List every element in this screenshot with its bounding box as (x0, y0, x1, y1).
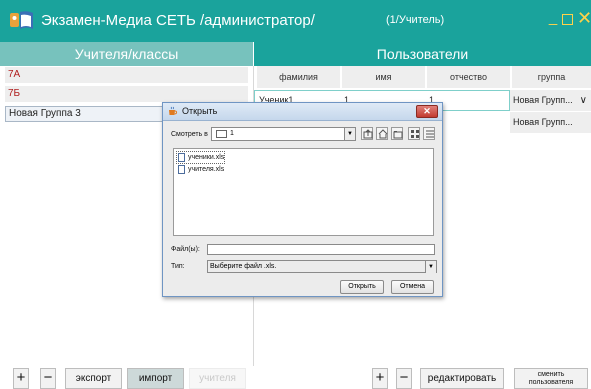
users-header: Пользователи (254, 42, 591, 66)
file-icon (178, 165, 185, 174)
filename-label: Файл(ы): (171, 246, 200, 253)
column-firstname[interactable]: имя (342, 66, 425, 88)
home-icon[interactable] (376, 127, 388, 140)
list-view-icon[interactable] (408, 127, 420, 140)
column-middlename[interactable]: отчество (427, 66, 510, 88)
edit-user-button[interactable]: редактировать (420, 368, 504, 389)
filename-input[interactable] (207, 244, 435, 255)
column-group[interactable]: группа (512, 66, 591, 88)
details-view-icon[interactable] (423, 127, 435, 140)
file-type-label: Тип: (171, 263, 185, 270)
teachers-classes-header: Учителя/классы (0, 42, 253, 66)
new-folder-icon[interactable] (391, 127, 403, 140)
file-name: ученики.xls (188, 154, 225, 161)
group-select-value: Новая Групп... (513, 117, 573, 127)
import-button[interactable]: импорт (127, 368, 184, 389)
file-name: учителя.xls (188, 166, 225, 173)
look-in-select[interactable]: 1 ▼ (211, 127, 356, 141)
open-file-dialog: Открыть ✕ Смотреть в 1 ▼ ученики.xls учи… (162, 102, 443, 297)
file-list[interactable]: ученики.xls учителя.xls (173, 148, 434, 236)
current-user-label: (1/Учитель) (386, 14, 445, 26)
group-select[interactable]: Новая Групп... ∨ (510, 90, 591, 111)
change-user-button[interactable]: сменить пользователя (514, 368, 588, 389)
file-item[interactable]: ученики.xls (175, 151, 226, 164)
java-cup-icon (169, 106, 178, 115)
title-bar: Экзамен-Медиа СЕТЬ /администратор/ (1/Уч… (0, 0, 591, 42)
dialog-close-button[interactable]: ✕ (416, 105, 438, 118)
column-lastname[interactable]: фамилия (257, 66, 340, 88)
folder-icon (216, 130, 227, 138)
file-type-select[interactable]: Выберите файл .xls. ▼ (207, 260, 437, 273)
chevron-down-icon: ∨ (579, 95, 587, 106)
group-select-value: Новая Групп... (513, 95, 573, 105)
file-item[interactable]: учителя.xls (177, 164, 224, 175)
add-class-button[interactable]: + (13, 368, 29, 389)
cancel-button[interactable]: Отмена (391, 280, 434, 294)
file-type-value: Выберите файл .xls. (210, 263, 277, 270)
teachers-button[interactable]: учителя (189, 368, 246, 389)
dialog-title-bar[interactable]: Открыть ✕ (163, 103, 442, 121)
group-select[interactable]: Новая Групп... (510, 112, 591, 133)
dialog-title: Открыть (182, 106, 218, 116)
chevron-down-icon: ▼ (425, 261, 436, 273)
remove-user-button[interactable]: − (396, 368, 412, 389)
look-in-label: Смотреть в (171, 131, 208, 138)
minimize-icon[interactable]: _ (545, 10, 561, 27)
maximize-icon[interactable] (562, 14, 573, 25)
app-title: Экзамен-Медиа СЕТЬ /администратор/ (41, 12, 315, 29)
change-user-label-1: сменить (537, 371, 565, 378)
look-in-value: 1 (230, 130, 234, 137)
add-user-button[interactable]: + (372, 368, 388, 389)
class-item-7b[interactable]: 7Б (5, 86, 248, 102)
export-button[interactable]: экспорт (65, 368, 122, 389)
app-logo-icon (10, 11, 33, 29)
remove-class-button[interactable]: − (40, 368, 56, 389)
change-user-label-2: пользователя (528, 379, 574, 386)
chevron-down-icon: ▼ (344, 128, 355, 140)
close-icon[interactable]: ✕ (577, 8, 591, 28)
open-button[interactable]: Открыть (340, 280, 384, 294)
up-folder-icon[interactable] (361, 127, 373, 140)
file-icon (178, 153, 185, 162)
class-item-7a[interactable]: 7А (5, 67, 248, 83)
